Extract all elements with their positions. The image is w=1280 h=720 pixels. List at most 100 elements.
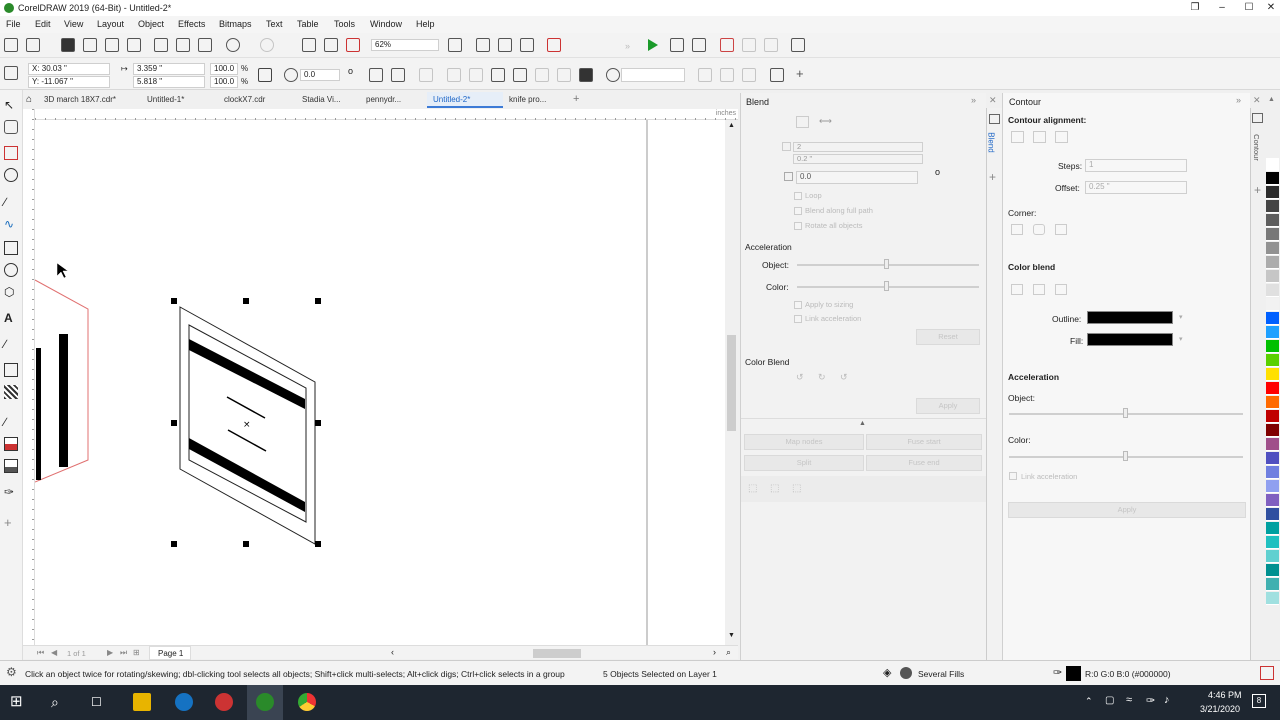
palette-color-swatch[interactable] [1266, 508, 1279, 521]
polygon-tool-icon[interactable]: ⬡ [4, 285, 18, 299]
simplify-icon[interactable] [579, 68, 593, 82]
hscroll-left-icon[interactable]: ‹ [391, 647, 394, 657]
blend-path-icon[interactable]: ⟷ [819, 116, 832, 127]
quick-customize-add-icon[interactable]: + [4, 515, 18, 530]
contour-inside-icon[interactable] [1033, 131, 1046, 143]
contour-fill-swatch[interactable] [1087, 333, 1173, 346]
palette-color-swatch[interactable] [1266, 354, 1279, 367]
corner-round-icon[interactable] [1033, 224, 1045, 235]
options-icon[interactable] [670, 38, 684, 52]
freehand-tool-icon[interactable]: ∕ [4, 195, 18, 209]
pen-tray-icon[interactable]: ✑ [1146, 694, 1155, 707]
vertical-ruler[interactable] [23, 109, 35, 649]
contour-apply-button[interactable]: Apply [1008, 502, 1246, 518]
blend-bottom-stripe[interactable] [189, 438, 305, 512]
add-icon[interactable]: + [796, 66, 804, 81]
pen-icon[interactable] [606, 68, 620, 82]
cut-icon[interactable] [154, 38, 168, 52]
wrap-text-icon[interactable] [698, 68, 712, 82]
restore-tab-icon[interactable]: ❐ [1181, 0, 1209, 16]
zoom-nav-icon[interactable]: ⌕ [726, 647, 731, 658]
palette-color-swatch[interactable] [1266, 368, 1279, 381]
blend-rotation-field[interactable]: 0.0 [796, 171, 918, 184]
blend-fuse-start-button[interactable]: Fuse start [866, 434, 982, 450]
tab-knife[interactable]: knife pro... [509, 95, 546, 104]
blend-link-accel-checkbox[interactable] [794, 315, 802, 323]
palette-color-swatch[interactable] [1266, 550, 1279, 563]
blend-spacing-field[interactable]: 0.2 " [793, 154, 923, 164]
mirror-vertical-icon[interactable] [391, 68, 405, 82]
zoom-level-field[interactable]: 62% [371, 39, 439, 51]
contour-tab-add-icon[interactable]: + [1254, 183, 1261, 197]
x-position-field[interactable]: X: 30.03 " [28, 63, 110, 75]
chrome-icon[interactable] [298, 693, 316, 711]
palette-scroll-up-icon[interactable]: ▲ [1268, 96, 1275, 103]
minimize-button[interactable]: – [1208, 0, 1236, 16]
pick-tool-icon[interactable]: ↖ [4, 98, 18, 112]
menu-view[interactable]: View [64, 19, 83, 29]
new-document-icon[interactable] [4, 38, 18, 52]
clock-time[interactable]: 4:46 PM [1208, 690, 1242, 700]
lock-ratio-icon[interactable] [258, 68, 272, 82]
tab-pennydr[interactable]: pennydr... [366, 95, 401, 104]
blend-close-icon[interactable]: ✕ [989, 95, 997, 106]
hscroll-right-icon[interactable]: › [713, 647, 716, 657]
tab-3d-march[interactable]: 3D march 18X7.cdr* [44, 95, 116, 104]
palette-color-swatch[interactable] [1266, 592, 1279, 605]
blend-loop-checkbox[interactable] [794, 192, 802, 200]
ungroup-all-icon[interactable] [469, 68, 483, 82]
contour-collapse-icon[interactable]: » [1236, 95, 1241, 105]
redo-icon[interactable] [260, 38, 274, 52]
blend-top-stripe[interactable] [189, 339, 305, 409]
palette-color-swatch[interactable] [1266, 172, 1279, 185]
scroll-up-icon[interactable]: ▲ [728, 122, 735, 129]
palette-color-swatch[interactable] [1266, 214, 1279, 227]
blend-object-slider-thumb[interactable] [884, 259, 889, 269]
palette-color-swatch[interactable] [1266, 340, 1279, 353]
group-icon[interactable] [419, 68, 433, 82]
print-icon[interactable] [127, 38, 141, 52]
fill-dropdown-icon[interactable]: ▾ [1179, 335, 1183, 343]
blend-rotate-all-checkbox[interactable] [794, 222, 802, 230]
partial-bar-right[interactable] [59, 334, 68, 467]
scale-x-field[interactable]: 100.0 [210, 63, 238, 75]
notifications-icon[interactable]: 8 [1252, 694, 1266, 708]
home-icon[interactable]: ⌂ [26, 94, 32, 105]
menu-object[interactable]: Object [138, 19, 164, 29]
settings-gear-icon[interactable]: ⚙ [6, 665, 17, 679]
page-1-tab[interactable]: Page 1 [149, 646, 191, 660]
snap-to-icon[interactable] [547, 38, 561, 52]
copy-icon[interactable] [176, 38, 190, 52]
y-position-field[interactable]: Y: -11.067 " [28, 76, 110, 88]
palette-color-swatch[interactable] [1266, 242, 1279, 255]
palette-color-swatch[interactable] [1266, 270, 1279, 283]
coreldraw-taskbar-icon[interactable] [175, 693, 193, 711]
palette-color-swatch[interactable] [1266, 536, 1279, 549]
blend-reset-button[interactable]: Reset [916, 329, 980, 345]
rectangle-tool-icon[interactable] [4, 241, 18, 255]
blend-map-nodes-button[interactable]: Map nodes [744, 434, 864, 450]
contour-object-slider-thumb[interactable] [1123, 408, 1128, 418]
palette-color-swatch[interactable] [1266, 298, 1279, 311]
trim-icon[interactable] [535, 68, 549, 82]
blend-clone-icon[interactable]: ⬚ [770, 483, 779, 494]
ellipse-tool-icon[interactable] [4, 263, 18, 277]
palette-color-swatch[interactable] [1266, 256, 1279, 269]
contour-center-icon[interactable] [1011, 131, 1024, 143]
wifi-icon[interactable]: ≈ [1126, 694, 1132, 706]
outline-pen-icon[interactable]: ✑ [4, 485, 18, 499]
tab-stadia[interactable]: Stadia Vi... [302, 95, 341, 104]
palette-color-swatch[interactable] [1266, 564, 1279, 577]
text-tool-icon[interactable]: A [4, 311, 18, 325]
export-icon[interactable] [324, 38, 338, 52]
palette-color-swatch[interactable] [1266, 312, 1279, 325]
volume-icon[interactable]: ♪ [1164, 694, 1170, 706]
blend-split-button[interactable]: Split [744, 455, 864, 471]
guidelines-icon[interactable] [520, 38, 534, 52]
blend-tab-icon[interactable] [989, 114, 1000, 124]
contour-steps-field[interactable]: 1 [1085, 159, 1187, 172]
align-icon[interactable] [692, 38, 706, 52]
blend-tab-add-icon[interactable]: + [989, 170, 996, 184]
contour-outline-swatch[interactable] [1087, 311, 1173, 324]
contour-side-tab[interactable]: Contour [1252, 134, 1261, 161]
